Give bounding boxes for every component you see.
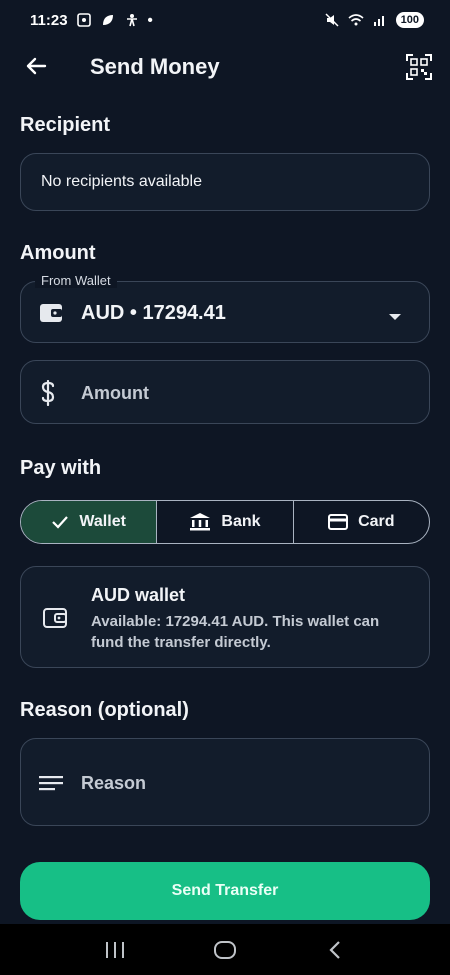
signal-icon [372,12,388,28]
lines-icon [39,775,63,796]
wallet-info-description: Available: 17294.41 AUD. This wallet can… [91,613,380,651]
pay-with-heading: Pay with [20,457,102,479]
pay-with-selector: Wallet Bank Card [20,500,430,544]
reason-placeholder: Reason [81,773,147,793]
screenshot-icon [76,12,92,28]
pay-with-bank-label: Bank [221,513,261,530]
reason-field[interactable]: Reason [20,738,430,826]
accessibility-icon [124,12,140,28]
pay-with-wallet-label: Wallet [79,513,126,530]
reason-heading: Reason (optional) [20,699,189,721]
recipient-field[interactable]: No recipients available [20,153,430,211]
wallet-value: AUD • 17294.41 [81,302,226,324]
wallet-icon [39,302,63,329]
check-icon [52,516,69,529]
bank-icon [190,513,211,531]
status-dot: • [147,11,153,29]
status-bar: 11:23 • 100 [0,0,450,40]
wallet-field-label: From Wallet [35,273,117,288]
back-button[interactable] [22,52,50,80]
arrow-left-icon [26,57,47,75]
send-transfer-label: Send Transfer [171,882,279,899]
battery-indicator: 100 [395,12,424,28]
dollar-icon [39,379,57,411]
qr-scanner-icon [406,54,432,80]
card-icon [328,514,349,530]
back-nav-button[interactable] [315,930,355,970]
pay-with-bank[interactable]: Bank [157,501,294,543]
wallet-info-card: AUD wallet Available: 17294.41 AUD. This… [20,566,430,668]
leaf-icon [100,12,116,28]
wallet-info-title: AUD wallet [91,585,186,605]
app-bar: Send Money [0,44,450,88]
recents-button[interactable] [95,930,135,970]
chevron-down-icon [388,308,402,326]
pay-with-card[interactable]: Card [294,501,429,543]
wallet-icon [43,607,67,634]
pay-with-wallet[interactable]: Wallet [21,501,158,543]
amount-field[interactable]: Amount [20,360,430,424]
recents-icon [106,941,124,958]
recipient-heading: Recipient [20,114,111,136]
home-button[interactable] [205,930,245,970]
amount-heading: Amount [20,242,96,264]
status-time: 11:23 [30,11,68,29]
qr-scan-button[interactable] [404,52,434,82]
home-icon [214,940,236,959]
wallet-select[interactable]: From Wallet AUD • 17294.41 [20,273,430,343]
system-nav-bar [0,924,450,975]
chevron-left-icon [329,940,340,959]
mute-icon [324,12,340,28]
send-transfer-button[interactable]: Send Transfer [20,862,430,920]
amount-placeholder: Amount [81,383,149,403]
pay-with-card-label: Card [358,513,395,530]
wifi-icon [348,12,364,28]
recipient-value: No recipients available [41,173,202,190]
page-title: Send Money [90,54,220,79]
